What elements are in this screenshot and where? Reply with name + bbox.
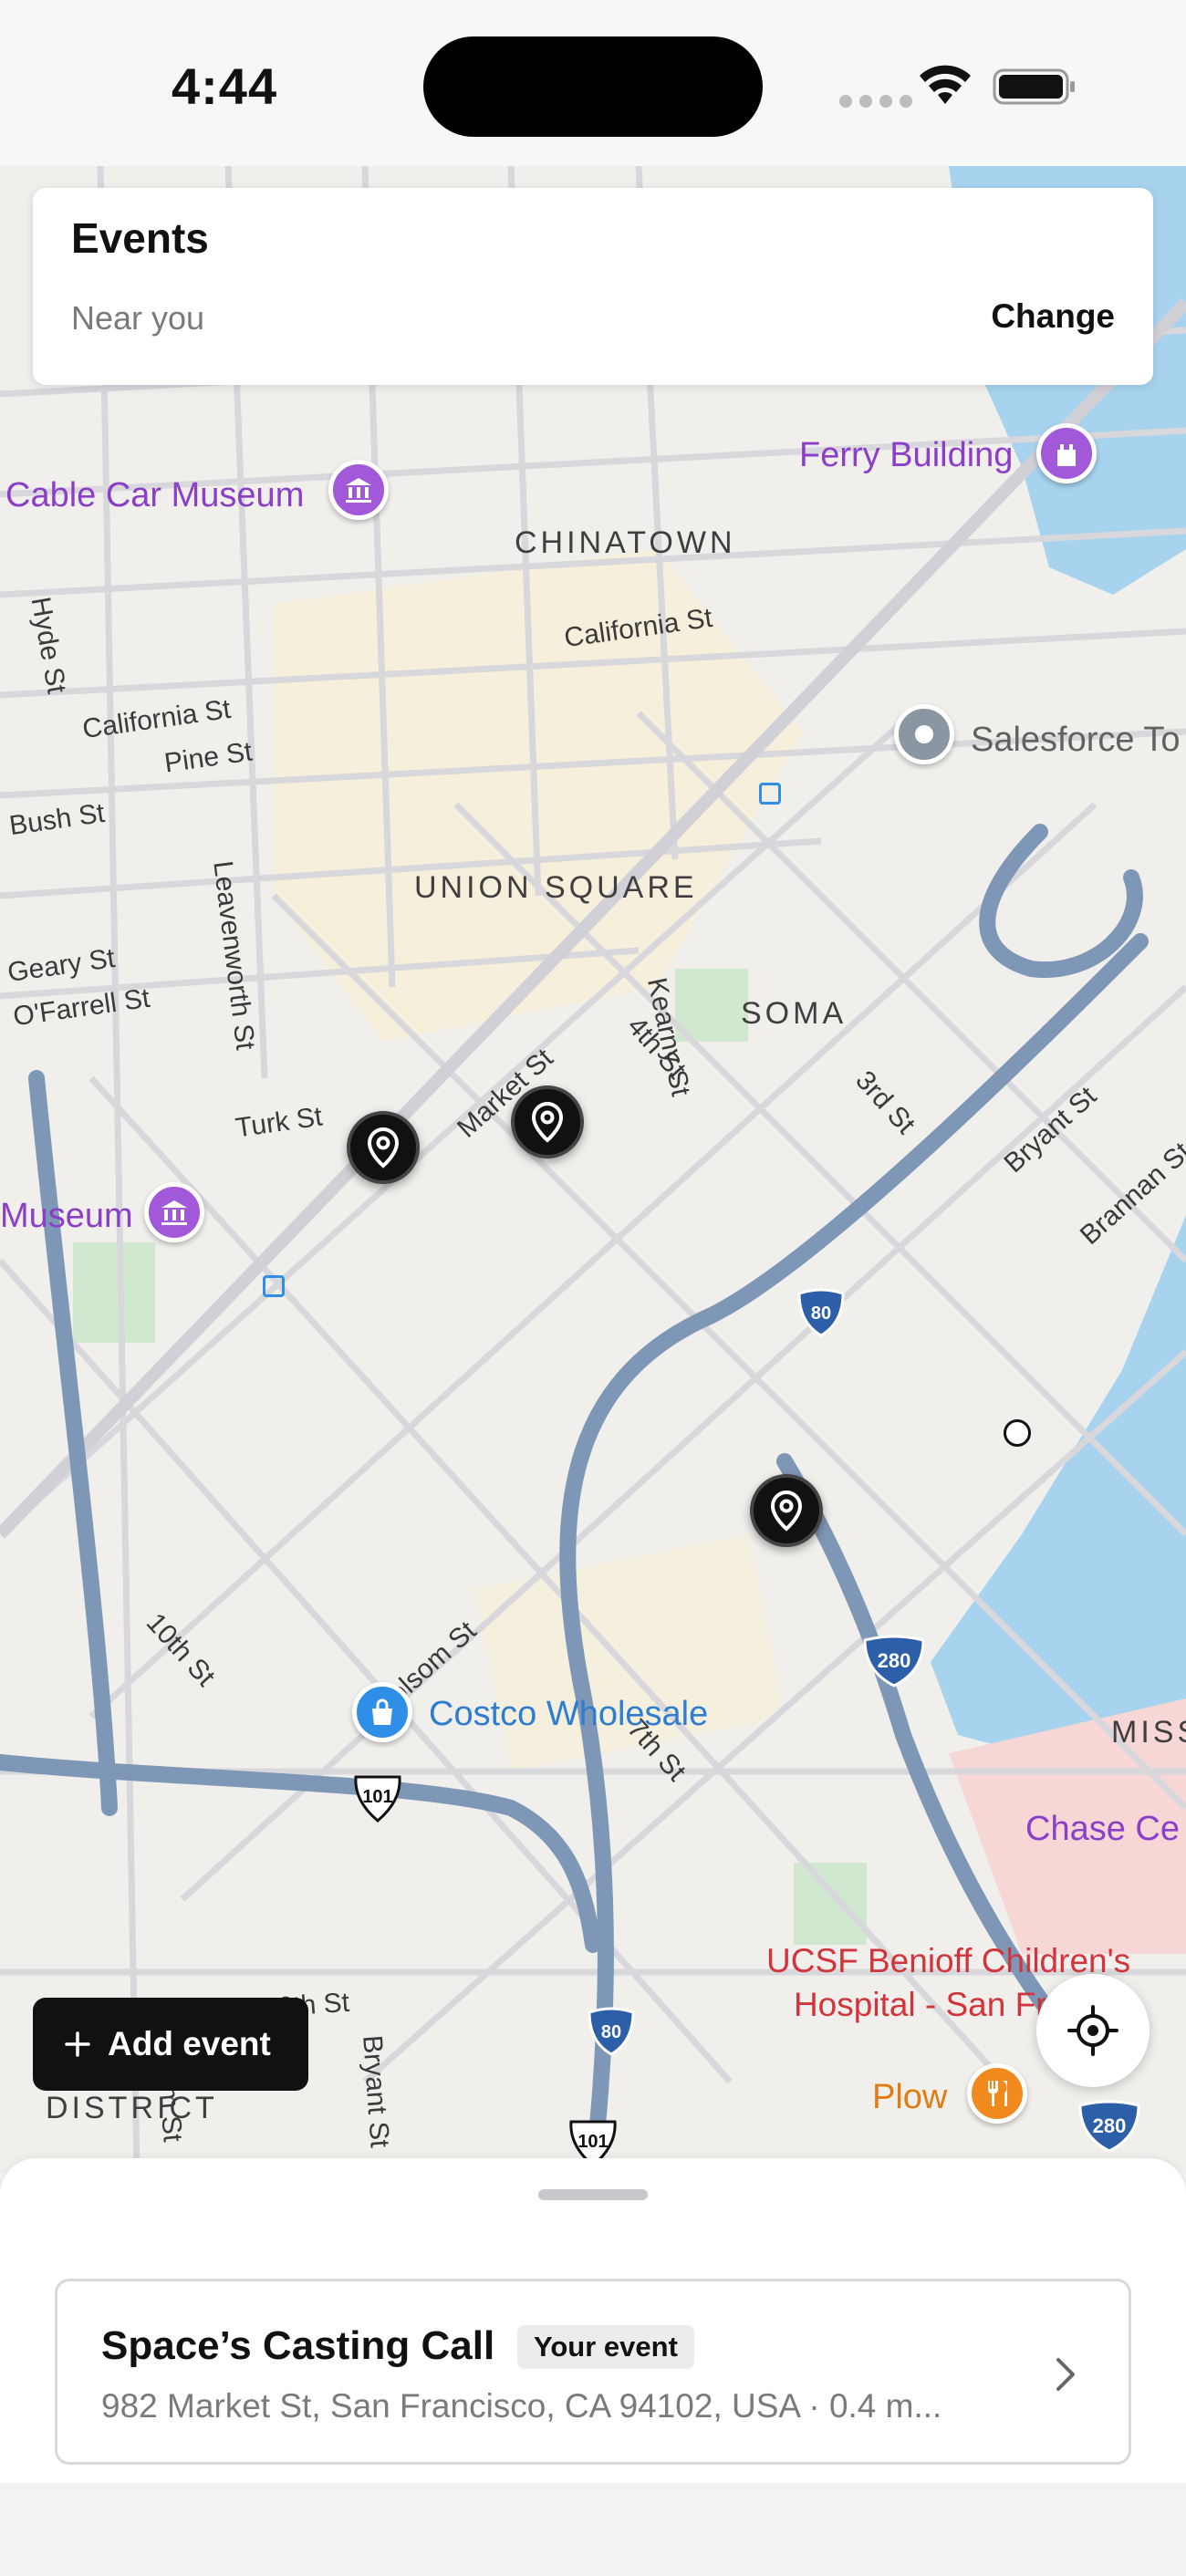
wifi-icon bbox=[920, 65, 971, 104]
status-bar: 4:44 bbox=[0, 0, 1186, 166]
bottom-sheet[interactable]: Space’s Casting Call Your event 982 Mark… bbox=[0, 2158, 1186, 2576]
landmark-icon[interactable] bbox=[1036, 423, 1097, 483]
district-label: DISTRICT bbox=[46, 2091, 218, 2125]
restaurant-icon[interactable] bbox=[967, 2063, 1027, 2124]
battery-icon bbox=[993, 68, 1075, 105]
events-header-card: Events Near you Change bbox=[33, 188, 1153, 385]
crosshair-icon bbox=[1067, 2005, 1118, 2056]
poi-label-ferry-building[interactable]: Ferry Building bbox=[799, 436, 1013, 475]
sheet-grabber[interactable] bbox=[538, 2189, 648, 2200]
poi-label-museum[interactable]: Museum bbox=[0, 1197, 133, 1236]
poi-label-chase[interactable]: Chase Ce bbox=[1025, 1810, 1180, 1849]
event-map-pin[interactable] bbox=[750, 1474, 823, 1547]
event-list-item[interactable]: Space’s Casting Call Your event 982 Mark… bbox=[55, 2279, 1131, 2465]
location-subtitle: Near you bbox=[71, 299, 205, 337]
event-address: 982 Market St, San Francisco, CA 94102, … bbox=[101, 2387, 942, 2425]
poi-label-costco[interactable]: Costco Wholesale bbox=[429, 1695, 708, 1734]
district-label: MISS bbox=[1111, 1715, 1186, 1750]
add-event-button[interactable]: Add event bbox=[33, 1998, 308, 2091]
poi-label-cable-car-museum[interactable]: Cable Car Museum bbox=[5, 476, 304, 515]
svg-text:101: 101 bbox=[577, 2132, 608, 2152]
page-title: Events bbox=[71, 214, 209, 262]
transit-icon bbox=[263, 1275, 285, 1297]
district-label: SOMA bbox=[741, 996, 848, 1031]
station-icon bbox=[1004, 1419, 1031, 1447]
place-icon[interactable] bbox=[894, 704, 954, 764]
highway-shield-icon: 280 bbox=[863, 1635, 925, 1688]
event-map-pin[interactable] bbox=[347, 1111, 420, 1184]
museum-icon[interactable] bbox=[144, 1182, 204, 1242]
current-location-button[interactable] bbox=[1036, 1974, 1150, 2087]
museum-icon[interactable] bbox=[328, 460, 389, 520]
map-view[interactable]: CHINATOWN UNION SQUARE SOMA DISTRICT MIS… bbox=[0, 166, 1186, 2173]
change-location-button[interactable]: Change bbox=[991, 297, 1115, 336]
district-label: CHINATOWN bbox=[515, 525, 736, 560]
highway-shield-icon: 80 bbox=[797, 1288, 845, 1337]
transit-icon bbox=[759, 783, 781, 805]
highway-shield-icon: 101 bbox=[354, 1775, 401, 1823]
poi-label-salesforce[interactable]: Salesforce To bbox=[971, 721, 1181, 760]
svg-text:80: 80 bbox=[601, 2022, 621, 2042]
highway-shield-icon: 80 bbox=[588, 2007, 635, 2056]
poi-label-plow[interactable]: Plow bbox=[872, 2078, 947, 2117]
cellular-signal-icon bbox=[839, 95, 912, 108]
event-map-pin[interactable] bbox=[511, 1085, 584, 1158]
highway-shield-icon: 280 bbox=[1078, 2100, 1140, 2153]
svg-text:101: 101 bbox=[362, 1787, 392, 1807]
svg-text:280: 280 bbox=[878, 1649, 911, 1672]
chevron-right-icon bbox=[1056, 2358, 1075, 2391]
status-time: 4:44 bbox=[172, 57, 278, 115]
svg-text:80: 80 bbox=[811, 1304, 831, 1324]
your-event-badge: Your event bbox=[517, 2325, 694, 2369]
district-label: UNION SQUARE bbox=[414, 870, 698, 905]
svg-text:280: 280 bbox=[1093, 2114, 1127, 2137]
event-name: Space’s Casting Call bbox=[101, 2323, 495, 2368]
plus-icon bbox=[65, 2031, 90, 2057]
dynamic-island bbox=[423, 36, 763, 137]
add-event-label: Add event bbox=[108, 2025, 271, 2062]
shopping-bag-icon[interactable] bbox=[352, 1682, 412, 1742]
